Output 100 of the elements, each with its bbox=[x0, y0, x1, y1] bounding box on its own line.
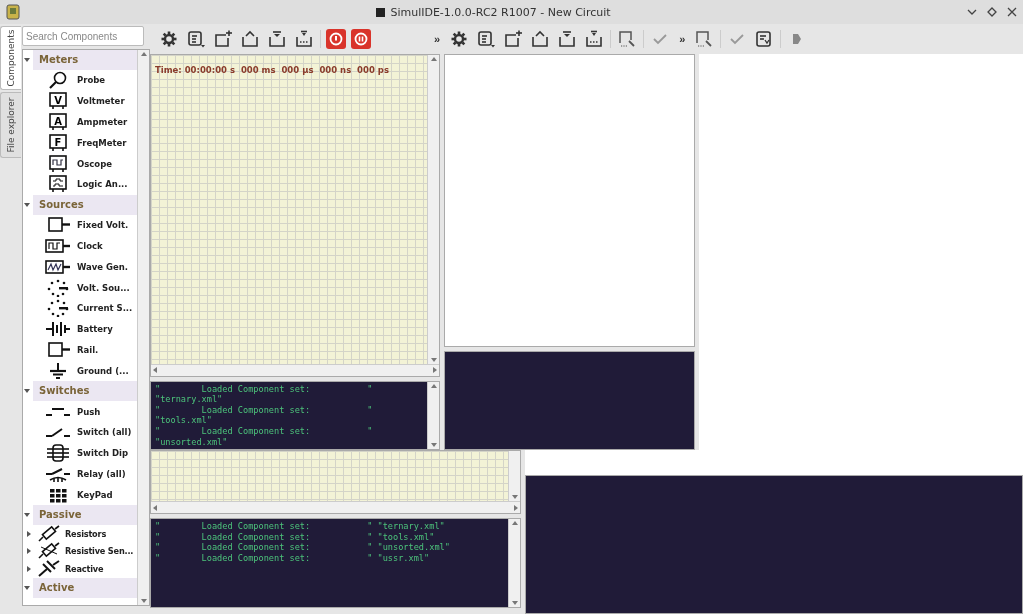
scrollbar[interactable] bbox=[137, 50, 149, 605]
window-icon bbox=[376, 7, 386, 17]
component-item[interactable]: Fixed Volt. bbox=[77, 220, 129, 231]
component-item[interactable]: Current S... bbox=[77, 303, 133, 314]
sensor-icon bbox=[36, 542, 62, 561]
component-item[interactable]: Push bbox=[77, 406, 101, 417]
scroll-up-icon[interactable] bbox=[429, 55, 438, 63]
component-item[interactable]: FreqMeter bbox=[77, 137, 127, 148]
maximize-icon[interactable] bbox=[987, 7, 997, 17]
power-button[interactable] bbox=[326, 29, 346, 49]
settings-icon bbox=[160, 30, 178, 48]
document-icon bbox=[755, 30, 774, 48]
collapsed-arrow-icon[interactable] bbox=[25, 529, 33, 538]
window-title: SimulIDE-1.0.0-RC2 R1007 - New Circuit bbox=[390, 5, 611, 19]
component-item[interactable]: Probe bbox=[77, 75, 106, 86]
push-switch-icon bbox=[45, 407, 71, 416]
component-item[interactable]: Wave Gen. bbox=[77, 261, 129, 272]
component-item[interactable]: Ampmeter bbox=[77, 117, 128, 127]
scrollbar[interactable] bbox=[427, 55, 439, 364]
voltage-source-icon bbox=[45, 340, 71, 359]
toolbar-button[interactable] bbox=[185, 28, 207, 50]
category-header[interactable]: Switches bbox=[33, 381, 137, 402]
console-line: " Loaded Component set: " "ternary.xml" bbox=[155, 521, 446, 532]
component-item[interactable]: Oscope bbox=[77, 158, 112, 169]
app-logo-icon bbox=[6, 4, 20, 20]
toolbar-button[interactable] bbox=[266, 28, 288, 50]
circuit-canvas[interactable]: Time: 00:00:00 s 000 ms 000 µs 000 ns 000 ps bbox=[150, 54, 440, 377]
expanded-arrow-icon[interactable] bbox=[23, 200, 31, 209]
component-item[interactable]: Volt. Sou... bbox=[77, 282, 130, 293]
component-item[interactable]: Ground (... bbox=[77, 365, 129, 376]
component-item[interactable]: Rail. bbox=[77, 344, 99, 355]
scroll-right-icon[interactable] bbox=[431, 366, 439, 375]
scroll-right-icon[interactable] bbox=[512, 503, 520, 512]
side-tab[interactable]: Components bbox=[0, 26, 21, 90]
expanded-arrow-icon[interactable] bbox=[23, 56, 31, 64]
minimize-icon[interactable] bbox=[967, 7, 977, 17]
power-icon bbox=[329, 32, 343, 46]
category-header[interactable]: Meters bbox=[33, 50, 137, 70]
collapsed-arrow-icon[interactable] bbox=[25, 547, 33, 556]
expanded-arrow-icon[interactable] bbox=[23, 583, 31, 592]
new-file-icon bbox=[504, 30, 523, 48]
overflow-button[interactable]: » bbox=[431, 33, 444, 45]
category-header[interactable]: Passive bbox=[33, 505, 137, 526]
overflow-button[interactable]: » bbox=[676, 33, 689, 45]
component-group[interactable]: Resistive Sen... bbox=[65, 546, 134, 557]
category-header[interactable]: Sources bbox=[33, 194, 137, 215]
wave-generator-icon bbox=[45, 257, 71, 276]
scrollbar[interactable] bbox=[508, 451, 520, 501]
scrollbar[interactable] bbox=[151, 501, 520, 513]
capacitor-icon bbox=[36, 559, 62, 578]
category-header[interactable]: Active bbox=[33, 577, 137, 598]
clock-icon bbox=[45, 236, 71, 255]
scrollbar[interactable] bbox=[427, 381, 439, 449]
toolbar-button[interactable] bbox=[212, 28, 234, 50]
pause-icon bbox=[354, 32, 368, 46]
component-item[interactable]: Voltmeter bbox=[77, 96, 125, 107]
console-line: " Loaded Component set: " bbox=[155, 383, 374, 395]
console-line: " Loaded Component set: " "unsorted.xml" bbox=[155, 542, 451, 553]
scroll-up-icon[interactable] bbox=[139, 50, 148, 58]
upload-folder-icon bbox=[531, 30, 550, 48]
scroll-down-icon[interactable] bbox=[510, 599, 519, 607]
scroll-down-icon[interactable] bbox=[139, 597, 148, 605]
toolbar-button[interactable] bbox=[239, 28, 261, 50]
component-group[interactable]: Reactive bbox=[65, 563, 104, 574]
component-item[interactable]: Logic An... bbox=[77, 179, 128, 190]
console-line: " Loaded Component set: " bbox=[155, 404, 374, 416]
resistor-icon bbox=[36, 524, 62, 543]
component-item[interactable]: Clock bbox=[77, 240, 103, 251]
toolbar-button[interactable] bbox=[293, 28, 315, 50]
play-icon bbox=[791, 32, 804, 46]
search-field[interactable]: Search Components bbox=[22, 26, 144, 46]
download-folder-icon bbox=[268, 30, 286, 48]
console-line: "ternary.xml" bbox=[155, 394, 224, 405]
toolbar-button[interactable] bbox=[502, 28, 525, 50]
scrollbar[interactable] bbox=[508, 519, 520, 607]
upload-folder-icon bbox=[241, 30, 259, 48]
scroll-up-icon[interactable] bbox=[510, 519, 519, 527]
new-file-icon bbox=[214, 30, 232, 48]
console-line: " Loaded Component set: " bbox=[155, 426, 374, 437]
pause-button[interactable] bbox=[351, 29, 371, 49]
zoom-icon bbox=[618, 30, 637, 48]
download-folder-icon bbox=[585, 30, 604, 48]
component-item[interactable]: Switch (all) bbox=[77, 427, 132, 438]
zoom-icon bbox=[695, 30, 714, 48]
battery-icon bbox=[45, 320, 71, 339]
simulation-time: Time: 00:00:00 s 000 ms 000 µs 000 ns 000 ps bbox=[155, 65, 389, 75]
component-group[interactable]: Resistors bbox=[65, 528, 107, 539]
collapsed-arrow-icon[interactable] bbox=[25, 564, 33, 573]
component-item[interactable]: Switch Dip bbox=[77, 448, 129, 459]
toolbar-button[interactable] bbox=[475, 28, 498, 50]
component-item[interactable]: Battery bbox=[77, 324, 113, 335]
console-line: "tools.xml" bbox=[155, 415, 213, 427]
component-item[interactable]: KeyPad bbox=[77, 489, 113, 500]
dip-switch-icon bbox=[45, 444, 71, 463]
component-item[interactable]: Relay (all) bbox=[77, 468, 126, 479]
console-line: "unsorted.xml" bbox=[155, 436, 229, 448]
settings-icon bbox=[450, 30, 469, 48]
side-tab[interactable]: File explorer bbox=[0, 92, 21, 158]
source-icon bbox=[45, 278, 71, 297]
close-icon[interactable] bbox=[1007, 7, 1017, 17]
